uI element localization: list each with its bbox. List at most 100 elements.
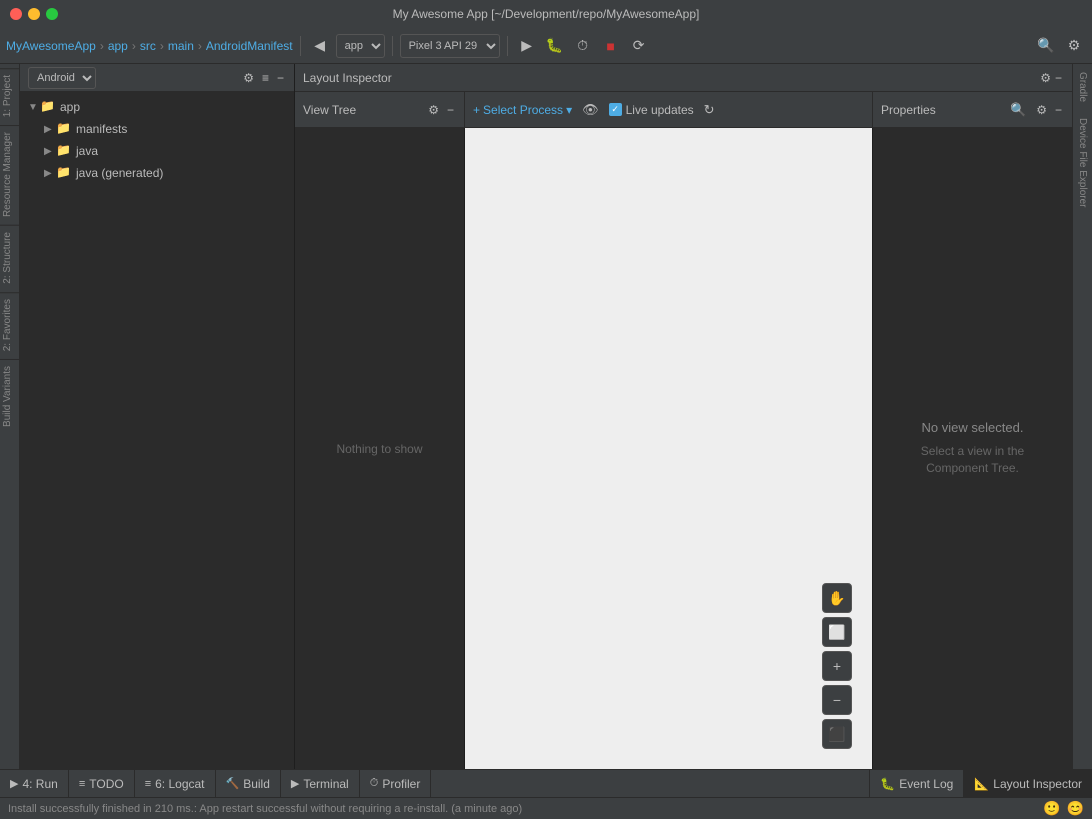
content-row: 1: Project Resource Manager 2: Structure… (0, 64, 1092, 769)
sidebar-item-favorites[interactable]: 2: Favorites (0, 292, 19, 357)
breadcrumb-main[interactable]: main (168, 39, 194, 53)
zoom-out-btn[interactable]: − (822, 685, 852, 715)
plus-icon: + (473, 103, 480, 117)
project-settings-btn[interactable]: ⚙ (241, 69, 256, 87)
sidebar-item-device-file-explorer[interactable]: Device File Explorer (1074, 110, 1091, 215)
tree-arrow-java-generated[interactable]: ▶ (44, 168, 56, 179)
stop-button[interactable]: ■ (599, 34, 623, 58)
inspector-toolbar: View Tree ⚙ − + Select Process ▾ 👁 ✓ (295, 92, 1072, 128)
back-button[interactable]: ◀ (308, 34, 332, 58)
search-button[interactable]: 🔍 (1034, 34, 1058, 58)
run-config-selector[interactable]: app (336, 34, 385, 58)
breadcrumb-myawesomeapp[interactable]: MyAwesomeApp (6, 39, 96, 53)
tab-profiler[interactable]: ⏱ Profiler (360, 770, 432, 797)
event-log-tab[interactable]: 🐛 Event Log (869, 770, 963, 797)
select-process-button[interactable]: + Select Process ▾ (473, 103, 572, 117)
tree-item-app[interactable]: ▼ 📁 app (20, 96, 294, 118)
project-collapse-btn[interactable]: − (275, 69, 286, 87)
tree-label-app: app (60, 100, 80, 114)
inspector-main-toolbar: + Select Process ▾ 👁 ✓ Live updates ↻ (465, 100, 872, 120)
zoom-in-btn[interactable]: + (822, 651, 852, 681)
event-log-icon: 🐛 (880, 777, 895, 791)
folder-icon-java-generated: 📁 (56, 165, 72, 181)
sync-button[interactable]: ⟳ (627, 34, 651, 58)
project-gear-btn[interactable]: ≡ (260, 69, 271, 87)
tree-label-manifests: manifests (76, 122, 127, 136)
terminal-tab-label: Terminal (303, 777, 348, 791)
properties-settings-btn[interactable]: ⚙ (1034, 101, 1049, 119)
event-log-label: Event Log (899, 777, 953, 791)
breadcrumb: MyAwesomeApp › app › src › main › Androi… (6, 39, 293, 53)
project-header: Android ⚙ ≡ − (20, 64, 294, 92)
status-message: Install successfully finished in 210 ms.… (8, 803, 1037, 815)
inspector-title: Layout Inspector (303, 71, 1038, 85)
debug-button[interactable]: 🐛 (543, 34, 567, 58)
status-emoji-2: 😊 (1067, 800, 1084, 817)
view-tree-settings-btn[interactable]: ⚙ (426, 101, 441, 119)
sidebar-item-structure[interactable]: 2: Structure (0, 225, 19, 290)
left-side-strip: 1: Project Resource Manager 2: Structure… (0, 64, 20, 769)
inspector-header: Layout Inspector ⚙ − (295, 64, 1072, 92)
project-type-selector[interactable]: Android (28, 67, 96, 89)
inspector-area: Layout Inspector ⚙ − View Tree ⚙ − + Sel… (295, 64, 1072, 769)
properties-search-btn[interactable]: 🔍 (1006, 100, 1030, 120)
properties-panel: No view selected. Select a view in theCo… (872, 128, 1072, 769)
view-tree-content: Nothing to show (295, 128, 465, 769)
refresh-icon-btn[interactable]: ↻ (700, 100, 719, 120)
tab-terminal[interactable]: ▶ Terminal (281, 770, 360, 797)
breadcrumb-src[interactable]: src (140, 39, 156, 53)
select-view-hint-text: Select a view in theComponent Tree. (921, 443, 1024, 477)
layout-inspector-tab[interactable]: 📐 Layout Inspector (963, 770, 1092, 797)
sidebar-item-gradle[interactable]: Gradle (1074, 64, 1091, 110)
main-canvas[interactable]: ✋ ⬜ + − ⬛ (465, 128, 872, 769)
sidebar-item-resource-manager[interactable]: Resource Manager (0, 125, 19, 223)
title-bar: My Awesome App [~/Development/repo/MyAwe… (0, 0, 1092, 28)
tree-item-manifests[interactable]: ▶ 📁 manifests (20, 118, 294, 140)
properties-collapse-btn[interactable]: − (1053, 101, 1064, 119)
tree-item-java[interactable]: ▶ 📁 java (20, 140, 294, 162)
tab-logcat[interactable]: ≡ 6: Logcat (135, 770, 216, 797)
layout-inspector-tab-label: Layout Inspector (993, 777, 1082, 791)
run-button[interactable]: ▶ (515, 34, 539, 58)
hand-tool-btn[interactable]: ✋ (822, 583, 852, 613)
3d-mode-btn[interactable]: ⬜ (822, 617, 852, 647)
folder-icon-app: 📁 (40, 99, 56, 115)
settings-button[interactable]: ⚙ (1062, 34, 1086, 58)
close-button[interactable] (10, 8, 22, 20)
tree-arrow-manifests[interactable]: ▶ (44, 124, 56, 135)
profile-button[interactable]: ⏱ (571, 34, 595, 58)
minimize-button[interactable] (28, 8, 40, 20)
select-process-label: Select Process (483, 103, 563, 117)
sidebar-item-project[interactable]: 1: Project (0, 68, 19, 123)
fit-btn[interactable]: ⬛ (822, 719, 852, 749)
tree-arrow-java[interactable]: ▶ (44, 146, 56, 157)
bottom-tabs: ▶ 4: Run ≡ TODO ≡ 6: Logcat 🔨 Build ▶ Te… (0, 769, 1092, 797)
maximize-button[interactable] (46, 8, 58, 20)
tree-arrow-app[interactable]: ▼ (28, 102, 40, 113)
inspector-body: Nothing to show ✋ ⬜ + − ⬛ No view sele (295, 128, 1072, 769)
breadcrumb-app[interactable]: app (108, 39, 128, 53)
inspector-settings-btn[interactable]: ⚙ (1038, 69, 1053, 87)
folder-icon-manifests: 📁 (56, 121, 72, 137)
traffic-lights[interactable] (10, 8, 58, 20)
run-tab-label: 4: Run (22, 777, 57, 791)
tab-build[interactable]: 🔨 Build (216, 770, 281, 797)
folder-icon-java: 📁 (56, 143, 72, 159)
view-tree-collapse-btn[interactable]: − (445, 101, 456, 119)
properties-panel-header: Properties 🔍 ⚙ − (872, 92, 1072, 127)
view-tree-panel: View Tree ⚙ − (295, 92, 465, 127)
tab-run[interactable]: ▶ 4: Run (0, 770, 69, 797)
window-title: My Awesome App [~/Development/repo/MyAwe… (393, 7, 700, 21)
tree-item-java-generated[interactable]: ▶ 📁 java (generated) (20, 162, 294, 184)
breadcrumb-androidmanifest[interactable]: AndroidManifest (206, 39, 293, 53)
tab-todo[interactable]: ≡ TODO (69, 770, 135, 797)
no-view-selected-text: No view selected. (922, 420, 1024, 435)
inspector-collapse-btn[interactable]: − (1053, 69, 1064, 87)
nothing-to-show-label: Nothing to show (336, 442, 422, 456)
camera-icon-btn[interactable]: 👁 (578, 100, 603, 120)
device-selector[interactable]: Pixel 3 API 29 (400, 34, 500, 58)
profiler-tab-icon: ⏱ (370, 777, 379, 790)
logcat-tab-icon: ≡ (145, 778, 151, 790)
sidebar-item-build-variants[interactable]: Build Variants (0, 359, 19, 433)
live-updates-checkbox[interactable]: ✓ (609, 103, 622, 116)
